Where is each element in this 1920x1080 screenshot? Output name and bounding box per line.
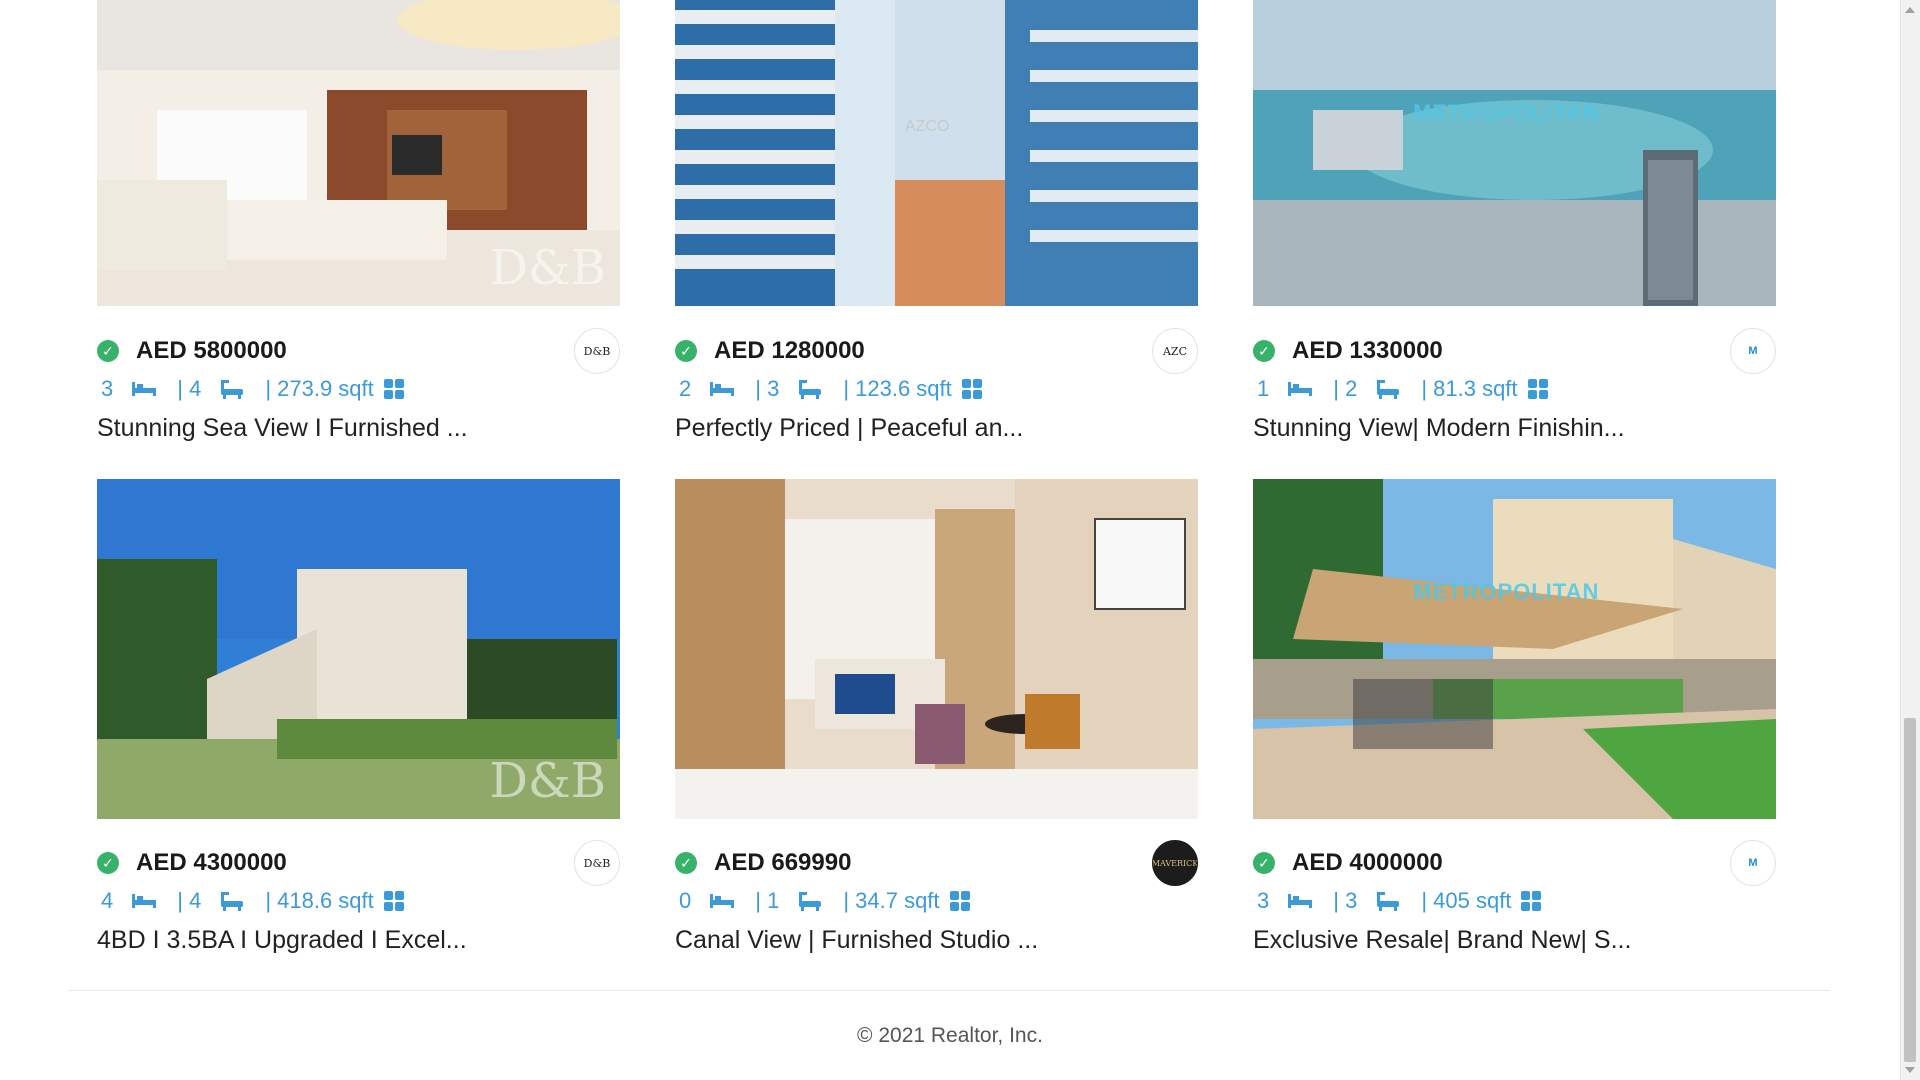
bed-icon xyxy=(1287,890,1313,912)
check-circle-icon: ✓ xyxy=(97,852,119,874)
photo-watermark: METROPOLITAN xyxy=(1413,100,1600,125)
scroll-down-icon[interactable] xyxy=(1905,1067,1915,1073)
agency-logo[interactable]: AZC xyxy=(1152,328,1198,374)
bed-icon xyxy=(709,890,735,912)
listing-photo[interactable]: D&B xyxy=(97,479,620,819)
photo-watermark: D&B xyxy=(489,240,606,296)
photo-watermark: D&B xyxy=(489,753,606,809)
listing-card[interactable]: ✓ AED 669990 MAVERICK 0 | 1 | 34.7 sqft … xyxy=(675,479,1198,991)
listing-title[interactable]: Stunning View| Modern Finishin... xyxy=(1253,414,1776,443)
check-circle-icon: ✓ xyxy=(675,340,697,362)
area-value: | 81.3 sqft xyxy=(1421,376,1518,401)
listing-grid: D&B ✓ AED 5800000 D&B 3 | 4 | 273.9 sqft… xyxy=(97,0,1776,991)
grid-icon[interactable] xyxy=(1527,379,1548,399)
beds-count: 4 xyxy=(101,888,114,913)
beds-count: 3 xyxy=(101,376,114,401)
grid-icon[interactable] xyxy=(1521,891,1542,911)
listing-photo[interactable]: METROPOLITAN xyxy=(1253,0,1776,306)
bed-icon xyxy=(1287,378,1313,400)
listing-price: AED 669990 xyxy=(714,849,852,876)
listing-photo[interactable] xyxy=(675,479,1198,819)
beds-count: 2 xyxy=(679,376,692,401)
listing-card[interactable]: AZCO ✓ AED 1280000 AZC 2 | 3 | 123.6 sqf… xyxy=(675,0,1198,479)
bed-icon xyxy=(709,378,735,400)
listing-title[interactable]: Canal View | Furnished Studio ... xyxy=(675,926,1198,955)
area-value: | 418.6 sqft xyxy=(265,888,374,913)
grid-icon[interactable] xyxy=(961,379,982,399)
listing-price: AED 4000000 xyxy=(1292,849,1443,876)
beds-count: 1 xyxy=(1257,376,1270,401)
baths-count: | 4 xyxy=(177,376,202,401)
listing-price: AED 5800000 xyxy=(136,337,287,364)
check-circle-icon: ✓ xyxy=(675,852,697,874)
photo-watermark: METROPOLITAN xyxy=(1413,579,1600,604)
listing-title[interactable]: 4BD I 3.5BA I Upgraded I Excel... xyxy=(97,926,620,955)
bathtub-icon xyxy=(1375,378,1401,400)
area-value: | 405 sqft xyxy=(1421,888,1512,913)
grid-icon[interactable] xyxy=(949,891,970,911)
listing-price: AED 4300000 xyxy=(136,849,287,876)
baths-count: | 3 xyxy=(1333,888,1358,913)
check-circle-icon: ✓ xyxy=(1253,340,1275,362)
listing-photo[interactable]: AZCO xyxy=(675,0,1198,306)
listing-card[interactable]: D&B ✓ AED 4300000 D&B 4 | 4 | 418.6 sqft… xyxy=(97,479,620,991)
area-value: | 123.6 sqft xyxy=(843,376,952,401)
bathtub-icon xyxy=(797,890,823,912)
grid-icon[interactable] xyxy=(383,891,404,911)
check-circle-icon: ✓ xyxy=(1253,852,1275,874)
baths-count: | 4 xyxy=(177,888,202,913)
listing-title[interactable]: Exclusive Resale| Brand New| S... xyxy=(1253,926,1776,955)
listing-card[interactable]: METROPOLITAN ✓ AED 1330000 M 1 | 2 | 81.… xyxy=(1253,0,1776,479)
baths-count: | 1 xyxy=(755,888,780,913)
bathtub-icon xyxy=(219,378,245,400)
scrollbar-thumb[interactable] xyxy=(1904,718,1916,1062)
agency-logo[interactable]: M xyxy=(1730,840,1776,886)
listing-photo[interactable]: D&B xyxy=(97,0,620,306)
bed-icon xyxy=(131,378,157,400)
agency-logo[interactable]: M xyxy=(1730,328,1776,374)
baths-count: | 3 xyxy=(755,376,780,401)
agency-logo[interactable]: D&B xyxy=(574,840,620,886)
listing-title[interactable]: Stunning Sea View I Furnished ... xyxy=(97,414,620,443)
listing-price: AED 1330000 xyxy=(1292,337,1443,364)
area-value: | 273.9 sqft xyxy=(265,376,374,401)
photo-watermark: AZCO xyxy=(905,118,950,135)
bathtub-icon xyxy=(219,890,245,912)
grid-icon[interactable] xyxy=(383,379,404,399)
agency-logo[interactable]: D&B xyxy=(574,328,620,374)
bathtub-icon xyxy=(1375,890,1401,912)
listing-photo[interactable]: METROPOLITAN xyxy=(1253,479,1776,819)
scroll-up-icon[interactable] xyxy=(1905,7,1915,13)
bed-icon xyxy=(131,890,157,912)
listing-card[interactable]: METROPOLITAN ✓ AED 4000000 M 3 | 3 | 405… xyxy=(1253,479,1776,991)
listing-title[interactable]: Perfectly Priced | Peaceful an... xyxy=(675,414,1198,443)
agency-logo[interactable]: MAVERICK xyxy=(1152,840,1198,886)
footer-copyright: © 2021 Realtor, Inc. xyxy=(857,1024,1043,1047)
area-value: | 34.7 sqft xyxy=(843,888,940,913)
page-scrollbar[interactable] xyxy=(1900,0,1920,1080)
baths-count: | 2 xyxy=(1333,376,1358,401)
listing-price: AED 1280000 xyxy=(714,337,865,364)
beds-count: 3 xyxy=(1257,888,1270,913)
check-circle-icon: ✓ xyxy=(97,340,119,362)
bathtub-icon xyxy=(797,378,823,400)
footer-divider xyxy=(68,990,1830,991)
beds-count: 0 xyxy=(679,888,692,913)
listing-card[interactable]: D&B ✓ AED 5800000 D&B 3 | 4 | 273.9 sqft… xyxy=(97,0,620,479)
